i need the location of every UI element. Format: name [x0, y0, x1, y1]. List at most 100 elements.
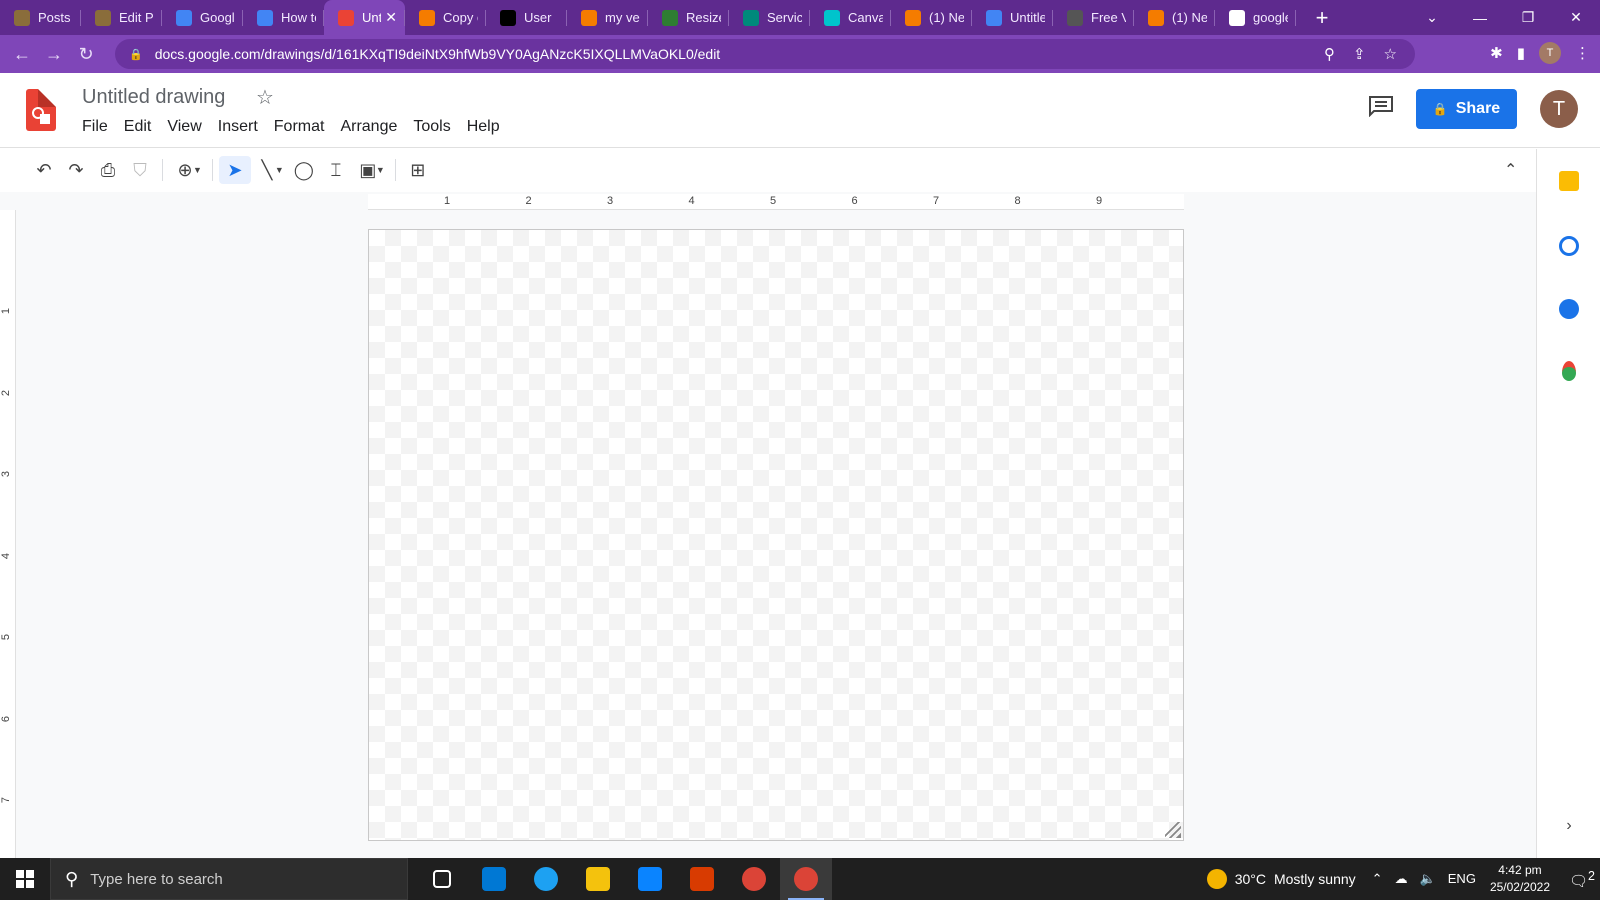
browser-tab[interactable]: Free Ve	[1053, 0, 1134, 35]
side-panel-icon[interactable]: ▮	[1517, 44, 1525, 62]
taskbar-search[interactable]: ⚲ Type here to search	[50, 858, 408, 900]
menu-view[interactable]: View	[159, 118, 209, 136]
horizontal-ruler[interactable]: 1 2 3 4 5 6 7 8 9	[368, 194, 1184, 210]
browser-tab[interactable]: Google	[162, 0, 243, 35]
taskbar-app-chrome-profile[interactable]	[728, 858, 780, 900]
tab-search-icon[interactable]: ⌄	[1408, 9, 1456, 26]
comment-history-icon[interactable]	[1368, 95, 1394, 117]
browser-tab[interactable]: google	[1215, 0, 1296, 35]
drawing-canvas[interactable]	[368, 229, 1184, 841]
paint-format-icon[interactable]: ⛉	[124, 156, 156, 184]
menu-format[interactable]: Format	[266, 118, 333, 136]
star-icon[interactable]: ☆	[256, 85, 274, 110]
browser-tab[interactable]: How to	[243, 0, 324, 35]
taskbar-app-mail[interactable]	[624, 858, 676, 900]
onedrive-cloud-icon[interactable]: ☁	[1395, 871, 1408, 887]
start-button[interactable]	[0, 858, 50, 900]
browser-tab[interactable]: (1) Nev	[1134, 0, 1215, 35]
new-tab-button[interactable]: +	[1310, 5, 1334, 31]
shape-icon[interactable]: ◯	[288, 156, 320, 184]
menu-tools[interactable]: Tools	[405, 118, 458, 136]
tasks-icon[interactable]	[1557, 234, 1581, 258]
vertical-ruler[interactable]: 1 2 3 4 5 6 7	[0, 210, 16, 858]
menu-edit[interactable]: Edit	[116, 118, 160, 136]
ruler-tick-label: 4	[0, 552, 13, 559]
tab-label: (1) Nev	[929, 10, 964, 25]
browser-tab[interactable]: Canva	[810, 0, 891, 35]
notification-icon[interactable]: 🗨2	[1564, 869, 1600, 890]
extension-area: ✱ ▮ T ⋮	[1490, 42, 1590, 64]
browser-menu-icon[interactable]: ⋮	[1575, 44, 1590, 62]
reload-icon[interactable]: ↻	[70, 44, 102, 65]
document-title[interactable]: Untitled drawing	[82, 86, 225, 109]
extensions-puzzle-icon[interactable]: ✱	[1490, 44, 1503, 62]
share-button[interactable]: 🔒 Share	[1416, 89, 1517, 129]
tab-favicon-icon	[824, 9, 840, 26]
browser-tab[interactable]: (1) Nev	[891, 0, 972, 35]
browser-tab[interactable]: Unt ✕	[324, 0, 405, 35]
maps-icon[interactable]	[1557, 359, 1581, 383]
close-window-button[interactable]: ✕	[1552, 9, 1600, 26]
expand-panel-icon[interactable]: ›	[1557, 814, 1581, 838]
keep-icon[interactable]	[1557, 169, 1581, 193]
close-tab-icon[interactable]: ✕	[385, 9, 397, 26]
zoom-icon[interactable]: ⚲	[1324, 45, 1335, 63]
ruler-tick-label: 6	[851, 195, 858, 207]
canvas-resize-handle[interactable]	[1165, 822, 1181, 838]
back-icon[interactable]: ←	[6, 44, 38, 65]
redo-icon[interactable]: ↷	[60, 156, 92, 184]
undo-icon[interactable]: ↶	[28, 156, 60, 184]
browser-tab[interactable]: Copy o	[405, 0, 486, 35]
select-arrow-icon[interactable]: ➤	[218, 156, 251, 184]
bookmark-star-icon[interactable]: ☆	[1384, 45, 1397, 63]
text-box-icon[interactable]: ⌶	[320, 156, 352, 184]
profile-avatar[interactable]: T	[1539, 42, 1561, 64]
ruler-tick-label: 1	[444, 195, 451, 207]
taskbar-app-task-view[interactable]	[416, 858, 468, 900]
menu-arrange[interactable]: Arrange	[332, 118, 405, 136]
menu-help[interactable]: Help	[459, 118, 508, 136]
volume-icon[interactable]: 🔈	[1420, 871, 1436, 887]
print-icon[interactable]: ⎙	[92, 156, 124, 184]
collapse-menus-icon[interactable]: ⌃	[1504, 160, 1517, 180]
browser-tab[interactable]: Posts ‹	[0, 0, 81, 35]
tab-favicon-icon	[581, 9, 597, 26]
taskbar-app-microsoft-store[interactable]	[468, 858, 520, 900]
taskbar-app-file-explorer[interactable]	[572, 858, 624, 900]
browser-tab[interactable]: Resize	[648, 0, 729, 35]
browser-tab[interactable]: Edit Po	[81, 0, 162, 35]
account-avatar[interactable]: T	[1540, 90, 1578, 128]
weather-widget[interactable]: 30°C Mostly sunny	[1206, 869, 1356, 889]
address-bar[interactable]: 🔒 docs.google.com/drawings/d/161KXqTI9de…	[115, 39, 1415, 69]
browser-tab[interactable]: User	[486, 0, 567, 35]
drawings-logo-icon[interactable]	[26, 89, 56, 131]
tab-favicon-icon	[1067, 9, 1083, 26]
menu-insert[interactable]: Insert	[210, 118, 266, 136]
taskbar-app-office[interactable]	[676, 858, 728, 900]
show-hidden-icons-icon[interactable]: ⌃	[1372, 871, 1383, 887]
restore-button[interactable]: ❐	[1504, 9, 1552, 26]
browser-tab[interactable]: my ven	[567, 0, 648, 35]
weather-text: Mostly sunny	[1273, 871, 1356, 887]
taskbar-app-chrome[interactable]	[780, 858, 832, 900]
browser-tab[interactable]: Untitle	[972, 0, 1053, 35]
weather-temp: 30°C	[1234, 871, 1266, 887]
ruler-tick-label: 8	[1014, 195, 1021, 207]
taskbar-app-edge[interactable]	[520, 858, 572, 900]
share-page-icon[interactable]: ⇪	[1353, 45, 1366, 63]
minimize-button[interactable]: —	[1456, 10, 1504, 26]
language-indicator[interactable]: ENG	[1448, 871, 1476, 887]
clock[interactable]: 4:42 pm 25/02/2022	[1490, 862, 1550, 896]
line-dropdown-icon[interactable]: ▼	[275, 165, 284, 175]
image-dropdown-icon[interactable]: ▼	[376, 165, 385, 175]
add-comment-icon[interactable]: ⊞	[402, 156, 434, 184]
tab-label: User	[524, 10, 552, 25]
menu-file[interactable]: File	[74, 118, 116, 136]
browser-tab[interactable]: Service	[729, 0, 810, 35]
search-placeholder: Type here to search	[90, 870, 223, 888]
forward-icon[interactable]: →	[38, 44, 70, 65]
contacts-icon[interactable]	[1557, 297, 1581, 321]
microsoft-store-icon	[482, 867, 506, 891]
lock-icon: 🔒	[1432, 102, 1448, 116]
zoom-dropdown-icon[interactable]: ▼	[193, 165, 202, 175]
